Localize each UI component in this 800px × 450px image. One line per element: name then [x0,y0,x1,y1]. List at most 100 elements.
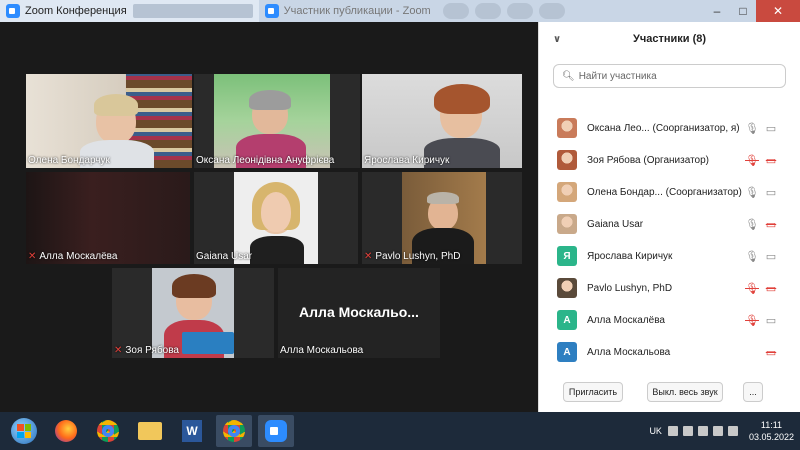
tile-name-text: Оксана Леонідівна Ануфрієва [196,155,335,166]
person-hair [427,192,459,204]
camera-off-icon[interactable]: ▭ [763,282,779,295]
clock[interactable]: 11:11 03.05.2022 [749,419,794,443]
tab-zoom-conference[interactable]: Zoom Конференция [0,0,259,22]
participant-name: Алла Москальова [587,346,671,358]
tile-name: Олена Бондарчук [28,155,110,166]
participant-row[interactable]: Зоя Рябова (Организатор) 🎙︎ ▭ [539,144,800,176]
tile-name-text: Pavlo Lushyn, PhD [375,251,461,262]
taskbar-zoom[interactable] [258,415,294,447]
camera-icon[interactable]: ▭ [763,314,779,327]
no-video-name: Алла Москальо... [299,304,419,320]
microphone-icon[interactable]: 🎙︎ [745,250,759,263]
tab-second-zoom-label: Участник публикации - Zoom [283,5,431,17]
avatar: A [557,342,577,362]
video-feed [362,74,522,168]
tab-ghost-2 [474,3,501,19]
tab-second-zoom[interactable]: Участник публикации - Zoom [259,0,437,22]
camera-off-icon[interactable]: ▭ [763,218,779,231]
participant-row[interactable]: Gaiana Usar 🎙︎ ▭ [539,208,800,240]
tile-name: Gaiana Usar [196,251,252,262]
camera-icon[interactable]: ▭ [763,122,779,135]
participant-row[interactable]: A Алла Москальова ▭ [539,336,800,368]
video-feed [194,74,360,168]
video-tile[interactable]: Gaiana Usar [194,172,358,264]
participant-row[interactable]: A Алла Москалёва 🎙︎ ▭ [539,304,800,336]
video-tile[interactable]: Алла Москальо... Алла Москальова [278,268,440,358]
zoom-logo-icon [264,4,279,18]
minimize-icon[interactable]: – [704,0,730,22]
tray-flag-icon[interactable] [682,426,693,436]
window-controls: – □ ✕ [704,0,800,22]
tray-volume-icon[interactable] [697,426,708,436]
participant-row[interactable]: Я Ярослава Киричук 🎙︎ ▭ [539,240,800,272]
participant-row[interactable]: Олена Бондар... (Соорганизатор) 🎙︎ ▭ [539,176,800,208]
tile-name-text: Ярослава Киричук [364,155,450,166]
participant-name: Алла Москалёва [587,314,665,326]
close-icon[interactable]: ✕ [756,0,800,22]
windows-start-icon [11,418,37,444]
microphone-icon[interactable]: 🎙︎ [745,186,759,199]
avatar [557,278,577,298]
tile-name-text: Олена Бондарчук [28,155,110,166]
tab-ghost-4 [538,3,565,19]
invite-button[interactable]: Пригласить [563,382,623,402]
start-button[interactable] [6,415,42,447]
taskbar-chrome[interactable] [90,415,126,447]
participant-name: Pavlo Lushyn, PhD [587,282,673,294]
video-tile[interactable]: ✕ Зоя Рябова [112,268,274,358]
taskbar-firefox[interactable] [48,415,84,447]
chevron-down-icon[interactable]: ∨ [553,34,561,45]
tile-name: Алла Москальова [280,345,363,356]
participant-name: Олена Бондар... (Соорганизатор) [587,186,742,198]
mute-all-button[interactable]: Выкл. весь звук [647,382,723,402]
word-icon: W [182,420,202,442]
video-tile[interactable]: Олена Бондарчук [26,74,192,168]
more-button[interactable]: ... [743,382,763,402]
tab-ghost-3 [506,3,533,19]
taskbar-word[interactable]: W [174,415,210,447]
video-tile[interactable]: ✕ Алла Москалёва [26,172,190,264]
window-titlebar: Zoom Конференция Участник публикации - Z… [0,0,800,22]
participant-row[interactable]: Pavlo Lushyn, PhD 🎙︎ ▭ [539,272,800,304]
zoom-icon [265,420,287,442]
camera-off-icon[interactable]: ▭ [763,346,779,359]
tile-name-text: Алла Москалёва [39,251,118,262]
participant-row[interactable]: Оксана Лео... (Соорганизатор, я) 🎙︎ ▭ [539,112,800,144]
person-hair [94,94,138,116]
language-indicator[interactable]: UK [649,426,662,436]
search-input[interactable]: 🔍︎ Найти участника [553,64,786,88]
video-tile[interactable]: Ярослава Киричук [362,74,522,168]
video-tile[interactable]: ✕ Pavlo Lushyn, PhD [362,172,522,264]
tray-signal-icon[interactable] [727,426,738,436]
zoom-logo-icon [6,4,20,18]
microphone-icon[interactable]: 🎙︎ [745,218,759,231]
participant-name: Зоя Рябова (Организатор) [587,154,709,166]
maximize-icon[interactable]: □ [730,0,756,22]
person-body [250,236,304,264]
taskbar-explorer[interactable] [132,415,168,447]
taskbar-chrome-2[interactable] [216,415,252,447]
person-hair [172,274,216,298]
person-hair [249,90,291,110]
microphone-muted-icon[interactable]: 🎙︎ [745,154,759,167]
blurred-tab-area [132,4,253,18]
camera-off-icon[interactable]: ▭ [763,154,779,167]
tile-name-text: Зоя Рябова [125,345,179,356]
microphone-muted-icon[interactable]: 🎙︎ [745,314,759,327]
mic-muted-icon: ✕ [28,251,37,262]
tile-name: Ярослава Киричук [364,155,449,166]
video-tile[interactable]: Оксана Леонідівна Ануфрієва [194,74,360,168]
participants-header: ∨ Участники (8) [539,22,800,56]
camera-icon[interactable]: ▭ [763,186,779,199]
tab-zoom-conference-label: Zoom Конференция [25,5,127,17]
avatar [557,150,577,170]
chrome-icon [97,420,119,442]
tray-network-icon[interactable] [712,426,723,436]
mic-muted-icon: ✕ [364,251,373,262]
microphone-muted-icon[interactable]: 🎙︎ [745,282,759,295]
microphone-icon[interactable]: 🎙︎ [745,122,759,135]
avatar: A [557,310,577,330]
camera-icon[interactable]: ▭ [763,250,779,263]
windows-taskbar: W UK 11:11 03.05.2022 [0,412,800,450]
tray-monitor-icon[interactable] [667,426,678,436]
